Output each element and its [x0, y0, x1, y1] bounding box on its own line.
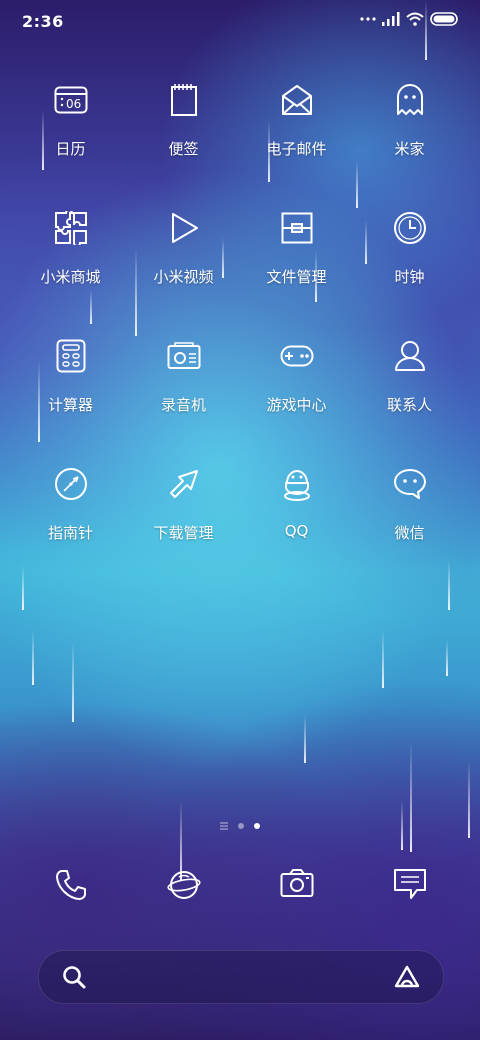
rain-streak	[304, 715, 306, 763]
gamepad-icon	[277, 336, 317, 376]
notepad-icon	[164, 80, 204, 120]
app-mi-store[interactable]: 小米商城	[14, 208, 127, 336]
page-indicator[interactable]	[0, 822, 480, 830]
app-label: 下载管理	[153, 524, 214, 542]
dock-phone[interactable]	[14, 868, 127, 902]
app-label: 微信	[394, 524, 425, 542]
more-dots-icon	[360, 16, 376, 22]
app-calculator[interactable]: 计算器	[14, 336, 127, 464]
app-label: 日历	[55, 140, 86, 158]
ghost-icon	[390, 80, 430, 120]
app-label: 计算器	[47, 396, 93, 414]
app-mi-home[interactable]: 米家	[353, 80, 466, 208]
clock-icon	[390, 208, 430, 248]
status-icons	[360, 12, 460, 26]
puzzle-icon	[51, 208, 91, 248]
app-file-manager[interactable]: 文件管理	[240, 208, 353, 336]
chat-bubble-icon	[390, 464, 430, 504]
app-label: 联系人	[386, 396, 432, 414]
app-label: 便签	[168, 140, 199, 158]
app-grid: 06 日历 便签 电子邮件 米家 小米商城 小米视频 文件管理 时钟 计算器 录…	[14, 80, 466, 592]
rain-streak	[32, 630, 34, 685]
app-qq[interactable]: QQ	[240, 464, 353, 592]
folder-box-icon	[277, 208, 317, 248]
app-label: 电子邮件	[266, 140, 327, 158]
rain-streak	[382, 630, 384, 688]
app-notes[interactable]: 便签	[127, 80, 240, 208]
app-game-center[interactable]: 游戏中心	[240, 336, 353, 464]
rain-streak	[410, 740, 412, 852]
message-icon	[393, 868, 427, 902]
app-label: 文件管理	[266, 268, 327, 286]
calendar-icon: 06	[51, 80, 91, 120]
app-label: 时钟	[394, 268, 425, 286]
search-bar[interactable]	[38, 950, 444, 1004]
radio-recorder-icon	[164, 336, 204, 376]
wifi-icon	[406, 12, 424, 26]
status-bar: 2:36	[0, 0, 480, 44]
calculator-icon	[51, 336, 91, 376]
page-dot-active[interactable]	[254, 823, 260, 829]
signal-icon	[382, 12, 400, 26]
dock	[14, 868, 466, 902]
app-recorder[interactable]: 录音机	[127, 336, 240, 464]
app-wechat[interactable]: 微信	[353, 464, 466, 592]
calendar-date: 06	[66, 97, 81, 111]
rain-streak	[446, 640, 448, 676]
person-icon	[390, 336, 430, 376]
app-label: 小米视频	[153, 268, 214, 286]
app-downloads[interactable]: 下载管理	[127, 464, 240, 592]
dock-messages[interactable]	[353, 868, 466, 902]
app-label: 指南针	[47, 524, 93, 542]
phone-icon	[54, 868, 88, 902]
app-label: QQ	[284, 522, 309, 540]
arrow-up-right-icon	[164, 464, 204, 504]
assistant-icon[interactable]	[393, 964, 421, 990]
app-clock[interactable]: 时钟	[353, 208, 466, 336]
penguin-icon	[277, 464, 317, 504]
play-icon	[164, 208, 204, 248]
compass-icon	[51, 464, 91, 504]
search-icon[interactable]	[61, 964, 87, 990]
app-label: 小米商城	[40, 268, 101, 286]
page-dot[interactable]	[238, 823, 244, 829]
app-label: 游戏中心	[266, 396, 327, 414]
app-label: 米家	[394, 140, 425, 158]
battery-icon	[430, 12, 460, 26]
app-contacts[interactable]: 联系人	[353, 336, 466, 464]
planet-icon	[166, 868, 201, 902]
envelope-icon	[277, 80, 317, 120]
page-list-icon[interactable]	[220, 822, 228, 830]
dock-browser[interactable]	[127, 868, 240, 902]
app-calendar[interactable]: 06 日历	[14, 80, 127, 208]
rain-streak	[72, 640, 74, 722]
app-email[interactable]: 电子邮件	[240, 80, 353, 208]
app-mi-video[interactable]: 小米视频	[127, 208, 240, 336]
app-compass[interactable]: 指南针	[14, 464, 127, 592]
status-time: 2:36	[22, 12, 64, 31]
camera-icon	[280, 868, 314, 902]
dock-camera[interactable]	[240, 868, 353, 902]
app-label: 录音机	[160, 396, 206, 414]
